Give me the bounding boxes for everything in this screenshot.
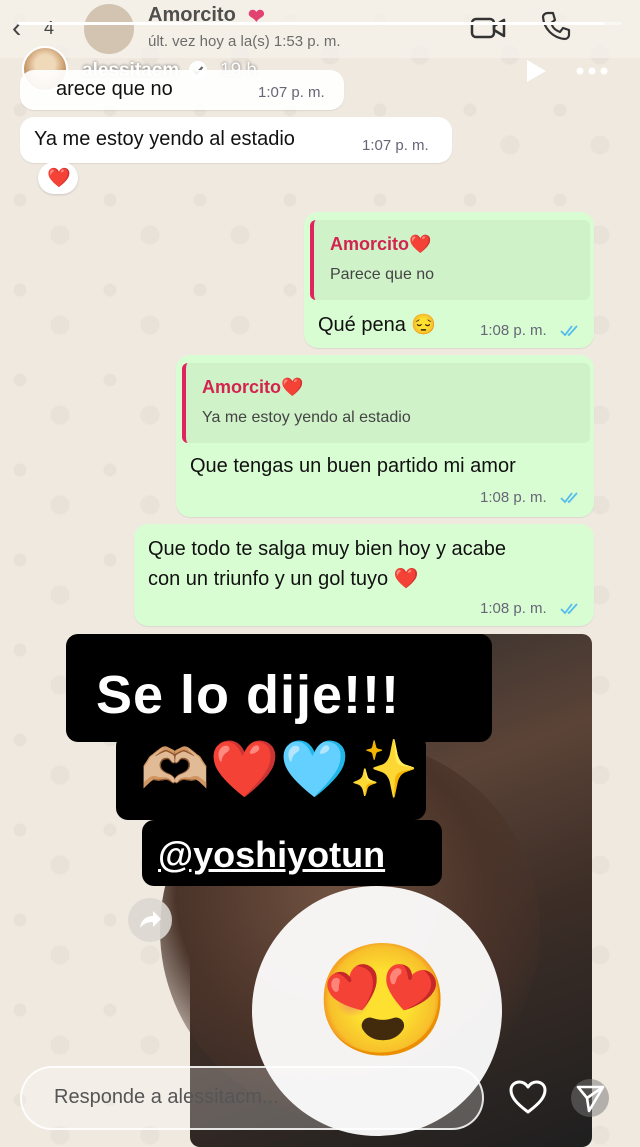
reply-placeholder: Responde a alessitacm... <box>54 1086 279 1108</box>
quote-text: Parece que no <box>330 266 435 283</box>
read-ticks-icon <box>560 603 578 615</box>
back-arrow-icon[interactable]: ‹ <box>12 12 21 44</box>
message-time: 1:08 p. m. <box>480 322 547 339</box>
forward-button[interactable] <box>128 898 172 942</box>
mention-sticker[interactable]: @yoshiyotun <box>158 834 385 876</box>
last-seen: últ. vez hoy a la(s) 1:53 p. m. <box>148 33 341 50</box>
message-bubble-incoming[interactable]: Ya me estoy yendo al estadio 1:07 p. m. <box>20 117 452 163</box>
heart-eyes-emoji: 😍 <box>314 939 451 1062</box>
quote-author: Amorcito❤️ <box>330 234 432 254</box>
story-progress-bar <box>18 22 622 25</box>
message-time: 1:07 p. m. <box>258 84 325 101</box>
play-icon[interactable] <box>524 58 548 84</box>
quote-text: Ya me estoy yendo al estadio <box>202 409 411 426</box>
story-progress-fill <box>18 22 604 25</box>
send-icon[interactable] <box>570 1078 610 1118</box>
quote-author: Amorcito❤️ <box>202 377 304 397</box>
message-text: Qué pena 😔 <box>318 314 437 336</box>
whatsapp-header: ‹ 4 Amorcito ❤ últ. vez hoy a la(s) 1:53… <box>0 0 640 58</box>
message-text: Que tengas un buen partido mi amor <box>190 455 516 477</box>
read-ticks-icon <box>560 325 578 337</box>
message-time: 1:07 p. m. <box>362 137 429 154</box>
message-reaction[interactable]: ❤️ <box>38 162 78 194</box>
emoji-sticker: 🫶🏼❤️🩵✨ <box>140 737 419 800</box>
forward-icon <box>140 911 161 928</box>
message-text: arece que no <box>56 78 173 100</box>
message-text-line-2: con un triunfo y un gol tuyo ❤️ <box>148 568 419 590</box>
contact-heart-icon: ❤ <box>248 6 265 28</box>
read-ticks-icon <box>560 492 578 504</box>
like-heart-icon[interactable] <box>508 1078 548 1118</box>
phone-call-icon[interactable] <box>540 10 572 42</box>
video-call-icon[interactable] <box>470 14 506 42</box>
message-bubble-incoming[interactable]: arece que no 1:07 p. m. <box>20 70 344 110</box>
message-text-line-1: Que todo te salga muy bien hoy y acabe <box>148 538 507 560</box>
quoted-message[interactable]: Amorcito❤️ Ya me estoy yendo al estadio <box>182 363 590 443</box>
message-bubble-outgoing[interactable]: Amorcito❤️ Ya me estoy yendo al estadio … <box>176 355 594 517</box>
message-bubble-outgoing[interactable]: Que todo te salga muy bien hoy y acabe c… <box>134 524 594 626</box>
contact-avatar[interactable] <box>84 4 134 54</box>
message-time: 1:08 p. m. <box>480 489 547 506</box>
reply-input[interactable]: Responde a alessitacm... <box>20 1066 484 1130</box>
heart-reaction-icon: ❤️ <box>47 168 71 189</box>
quoted-message[interactable]: Amorcito❤️ Parece que no <box>310 220 590 300</box>
story-text-sticker: Se lo dije!!! <box>96 665 401 725</box>
more-options-icon[interactable] <box>574 58 610 84</box>
message-text: Ya me estoy yendo al estadio <box>34 128 295 150</box>
message-time: 1:08 p. m. <box>480 600 547 617</box>
message-bubble-outgoing[interactable]: Amorcito❤️ Parece que no Qué pena 😔 1:08… <box>304 212 594 348</box>
